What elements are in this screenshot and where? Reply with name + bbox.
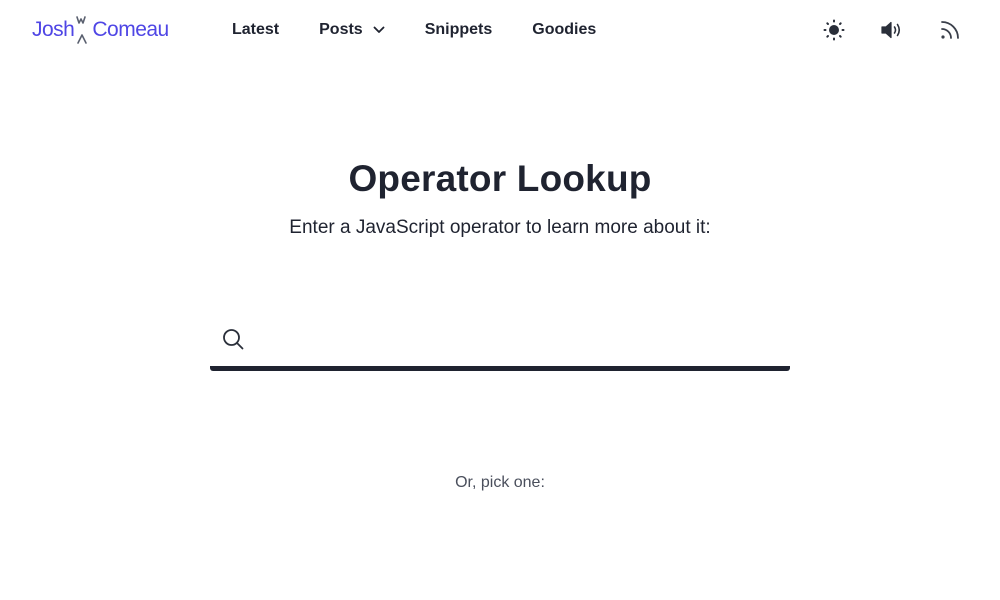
nav-item-posts[interactable]: Posts bbox=[319, 19, 385, 41]
nav-item-goodies[interactable]: Goodies bbox=[532, 19, 596, 41]
operator-search bbox=[210, 316, 790, 371]
main-nav: Latest Posts Snippets Goodies bbox=[232, 19, 636, 41]
nav-item-label: Posts bbox=[319, 21, 363, 38]
pick-one-label: Or, pick one: bbox=[455, 474, 545, 491]
search-icon bbox=[221, 327, 245, 351]
page-title: Operator Lookup bbox=[348, 158, 652, 199]
rss-icon[interactable] bbox=[938, 18, 962, 42]
sun-icon[interactable] bbox=[822, 18, 846, 42]
header-actions bbox=[788, 18, 962, 42]
speaker-icon[interactable] bbox=[880, 18, 904, 42]
logo-mark-icon bbox=[74, 14, 92, 46]
logo-last-name: Comeau bbox=[92, 18, 169, 41]
site-header: Josh Comeau Latest Posts Snippets Goodie… bbox=[0, 0, 1000, 60]
nav-item-label: Snippets bbox=[424, 21, 493, 38]
nav-item-label: Goodies bbox=[532, 21, 597, 38]
page-subtitle: Enter a JavaScript operator to learn mor… bbox=[289, 217, 711, 238]
site-logo[interactable]: Josh Comeau bbox=[32, 14, 169, 46]
chevron-down-icon bbox=[373, 26, 385, 34]
logo-first-name: Josh bbox=[32, 18, 75, 41]
nav-item-latest[interactable]: Latest bbox=[232, 19, 279, 41]
nav-item-snippets[interactable]: Snippets bbox=[425, 19, 493, 41]
search-input[interactable] bbox=[262, 322, 786, 362]
nav-item-label: Latest bbox=[232, 21, 280, 38]
